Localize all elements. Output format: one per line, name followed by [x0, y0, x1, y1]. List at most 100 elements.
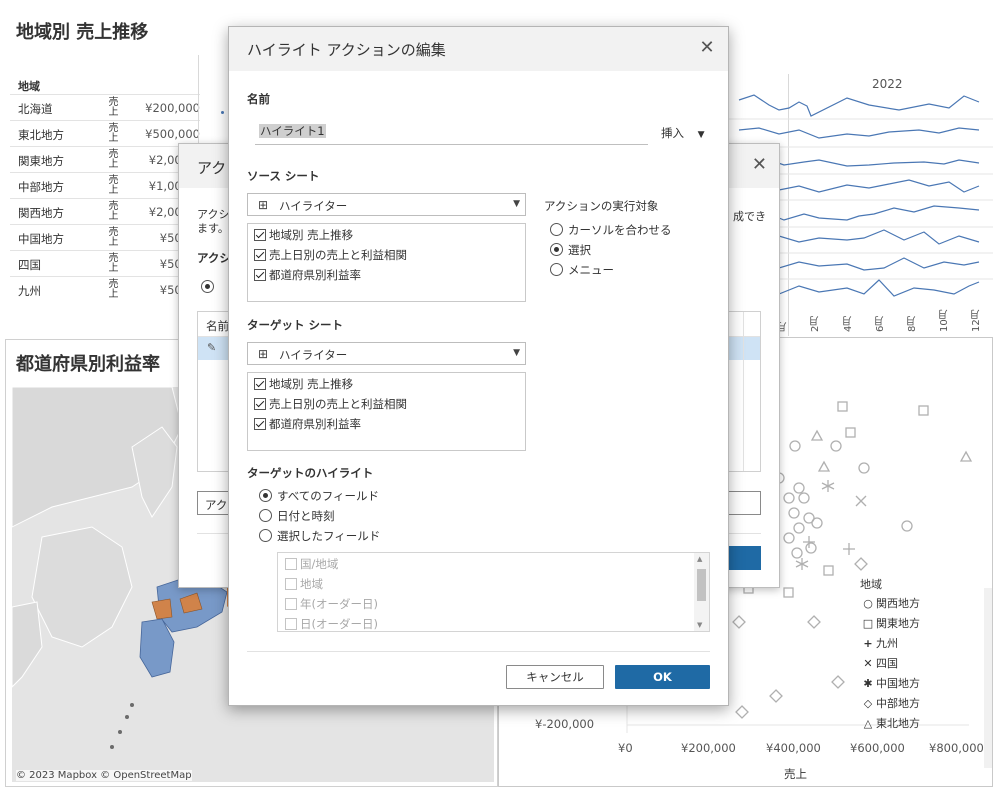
- sparkline-tohoku: [738, 127, 980, 139]
- field-item: 国/地域: [285, 556, 338, 572]
- field-label: 年(オーダー日): [300, 597, 378, 611]
- field-label: 地域: [300, 577, 323, 591]
- sales-axis-tick: ¥500,000: [145, 127, 200, 141]
- checkbox-checked-icon: [254, 269, 266, 281]
- x-axis-tick: ¥0: [618, 741, 633, 755]
- grid-icon: ⊞: [258, 347, 269, 361]
- checkbox-disabled-icon: [285, 598, 297, 610]
- run-on-menu-option[interactable]: メニュー: [550, 262, 614, 278]
- legend-label: 九州: [876, 637, 898, 650]
- insert-button[interactable]: 挿入 ▼: [661, 125, 705, 141]
- field-list-scrollbar[interactable]: ▲ ▼: [694, 553, 709, 631]
- legend-shape-icon: △: [863, 717, 873, 730]
- legend-item[interactable]: ✕ 四国: [860, 655, 898, 671]
- checkbox-disabled-icon: [285, 618, 297, 630]
- source-sheet-dropdown[interactable]: ⊞ ハイライター ▼: [247, 193, 526, 216]
- legend-shape-icon: +: [863, 637, 873, 650]
- list-header-name: 名前: [206, 319, 229, 333]
- legend-shape-icon: □: [862, 617, 874, 630]
- description-line: アクシ: [197, 208, 230, 221]
- target-sheet-item[interactable]: 売上日別の売上と利益相関: [254, 396, 407, 412]
- legend-item[interactable]: + 九州: [860, 635, 898, 651]
- dialog-header: ハイライト アクションの編集 ✕: [229, 27, 728, 71]
- checkbox-disabled-icon: [285, 558, 297, 570]
- legend-label: 四国: [876, 657, 898, 670]
- region-row[interactable]: 九州売上¥500,0: [10, 276, 200, 302]
- chevron-down-icon: ▼: [697, 130, 705, 140]
- checkbox-checked-icon: [254, 229, 266, 241]
- region-row[interactable]: 東北地方 売上 ¥500,000: [10, 120, 200, 146]
- sales-axis-tick: ¥200,000: [145, 101, 200, 115]
- list-column-divider: [743, 312, 744, 471]
- highlight-selected-fields-option[interactable]: 選択したフィールド: [259, 528, 380, 544]
- actions-label: アクシ: [197, 251, 231, 265]
- target-sheet-list: 地域別 売上推移 売上日別の売上と利益相関 都道府県別利益率: [247, 372, 526, 451]
- month-label: 2月: [810, 315, 821, 332]
- cancel-button[interactable]: キャンセル: [506, 665, 604, 689]
- region-name: 関東地方: [18, 154, 64, 168]
- year-header: 2022: [872, 77, 903, 91]
- scroll-down-icon[interactable]: ▼: [697, 621, 702, 629]
- target-highlight-label: ターゲットのハイライト: [247, 466, 374, 480]
- target-sheet-item[interactable]: 都道府県別利益率: [254, 416, 361, 432]
- region-name: 中国地方: [18, 232, 64, 246]
- run-on-hover-option[interactable]: カーソルを合わせる: [550, 222, 672, 238]
- radio-icon: [259, 509, 272, 522]
- actions-description: アクシ ます。: [197, 208, 229, 236]
- radio-label: 選択したフィールド: [277, 529, 381, 543]
- legend-item[interactable]: ◇ 中部地方: [860, 695, 920, 711]
- field-list: 国/地域 地域 年(オーダー日) 日(オーダー日) ▲ ▼: [277, 552, 710, 632]
- sales-axis-label: 売上: [106, 200, 117, 220]
- description-line: ます。: [197, 222, 229, 235]
- radio-icon: [550, 223, 563, 236]
- target-sheet-label-text: 地域別 売上推移: [269, 377, 354, 391]
- legend-item[interactable]: ✱ 中国地方: [860, 675, 920, 691]
- region-row[interactable]: 北海道 売上 ¥200,000: [10, 94, 200, 120]
- source-sheet-item[interactable]: 都道府県別利益率: [254, 267, 361, 283]
- scroll-up-icon[interactable]: ▲: [697, 555, 702, 563]
- sales-axis-label: 売上: [106, 148, 117, 168]
- source-sheet-label: ソース シート: [247, 169, 320, 183]
- region-row[interactable]: 関東地方 売上 ¥2,000,0: [10, 146, 200, 172]
- region-row[interactable]: 中国地方売上¥500,0: [10, 224, 200, 250]
- scrollbar-thumb[interactable]: [697, 569, 706, 601]
- checkbox-disabled-icon: [285, 578, 297, 590]
- map-attribution: © 2023 Mapbox © OpenStreetMap: [16, 770, 192, 781]
- legend-item[interactable]: □ 関東地方: [860, 615, 920, 631]
- legend-item[interactable]: ○ 関西地方: [860, 595, 920, 611]
- highlight-date-time-option[interactable]: 日付と時刻: [259, 508, 335, 524]
- region-row[interactable]: 中部地方 売上 ¥1,000,0: [10, 172, 200, 198]
- filter-radio[interactable]: [201, 280, 219, 294]
- sales-axis-label: 売上: [106, 278, 117, 298]
- target-sheet-label-text: 都道府県別利益率: [269, 417, 361, 431]
- month-label: 10月: [939, 309, 950, 332]
- region-name: 関西地方: [18, 206, 64, 220]
- legend-scrollbar[interactable]: [984, 588, 992, 768]
- sales-axis-label: 売上: [106, 96, 117, 116]
- x-axis-tick: ¥800,000: [929, 741, 984, 755]
- target-sheet-item[interactable]: 地域別 売上推移: [254, 376, 353, 392]
- target-sheet-dropdown[interactable]: ⊞ ハイライター ▼: [247, 342, 526, 365]
- legend-item[interactable]: △ 東北地方: [860, 715, 920, 731]
- region-row[interactable]: 四国売上¥500,0: [10, 250, 200, 276]
- run-on-select-option[interactable]: 選択: [550, 242, 591, 258]
- action-name-input[interactable]: ハイライト1: [255, 121, 648, 145]
- checkbox-checked-icon: [254, 418, 266, 430]
- highlight-all-fields-option[interactable]: すべてのフィールド: [259, 488, 379, 504]
- ok-button[interactable]: OK: [615, 665, 710, 689]
- checkbox-checked-icon: [254, 378, 266, 390]
- month-label: 12月: [971, 309, 982, 332]
- x-axis-tick: ¥400,000: [766, 741, 821, 755]
- legend-label: 関東地方: [876, 617, 920, 630]
- x-axis-tick: ¥600,000: [850, 741, 905, 755]
- source-sheet-item[interactable]: 地域別 売上推移: [254, 227, 353, 243]
- field-item: 年(オーダー日): [285, 596, 378, 612]
- source-sheet-label-text: 売上日別の売上と利益相関: [269, 248, 407, 262]
- close-icon[interactable]: ✕: [696, 37, 718, 59]
- region-row[interactable]: 関西地方 売上 ¥2,000,0: [10, 198, 200, 224]
- source-sheet-item[interactable]: 売上日別の売上と利益相関: [254, 247, 407, 263]
- radio-label: 日付と時刻: [277, 509, 335, 523]
- close-icon[interactable]: ✕: [752, 154, 767, 175]
- radio-selected-icon: [550, 243, 563, 256]
- name-label: 名前: [247, 92, 270, 106]
